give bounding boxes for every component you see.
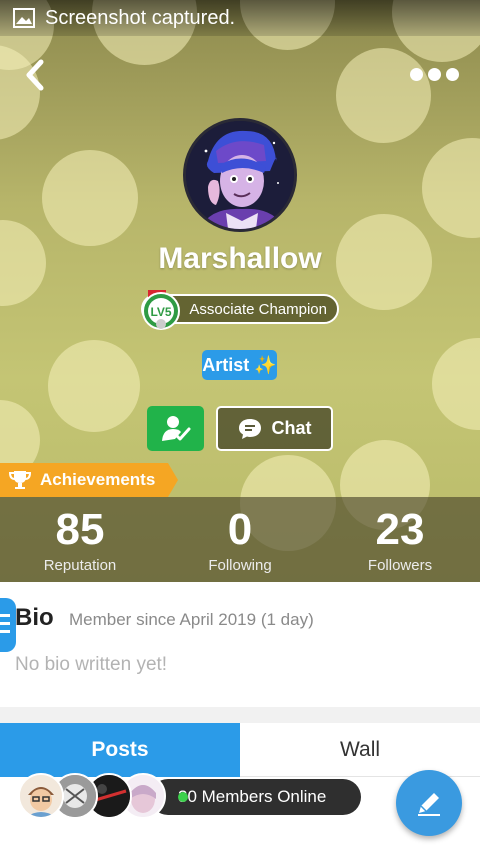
level-text: LV5: [150, 305, 171, 319]
image-icon: [13, 8, 35, 28]
bg-dot: [432, 338, 480, 430]
stat-value: 23: [375, 505, 425, 554]
achievements-label: Achievements: [40, 470, 156, 489]
bg-dot: [48, 340, 140, 432]
stat-reputation[interactable]: 85 Reputation: [0, 497, 160, 582]
member-since: Member since April 2019 (1 day): [69, 610, 314, 629]
bg-dot: [336, 48, 431, 143]
tab-wall-label: Wall: [339, 737, 381, 761]
dot: [410, 67, 423, 81]
more-dots-icon[interactable]: [410, 64, 462, 84]
tab-posts[interactable]: Posts: [0, 723, 240, 777]
dot: [446, 67, 459, 81]
stat-label: Followers: [367, 557, 433, 574]
avatar-illustration: [186, 121, 294, 229]
level-badge-icon: LV5: [142, 290, 180, 330]
dot: [428, 67, 441, 81]
chat-label: Chat: [271, 418, 312, 438]
follow-button[interactable]: [147, 406, 204, 451]
follow-user-icon: [161, 415, 190, 441]
compose-button[interactable]: [396, 770, 462, 836]
artist-tag[interactable]: Artist ✨: [202, 350, 277, 380]
chat-button[interactable]: Chat: [216, 406, 333, 451]
section-divider: [0, 707, 480, 723]
screenshot-notification: Screenshot captured.: [45, 6, 236, 29]
status-bar: Screenshot captured.: [0, 0, 480, 36]
members-online-label: 30 Members Online: [178, 787, 327, 806]
artist-tag-label: Artist ✨: [202, 354, 277, 375]
stat-value: 0: [227, 505, 253, 554]
stat-followers[interactable]: 23 Followers: [320, 497, 480, 582]
menu-line: [0, 622, 10, 625]
stat-value: 85: [55, 505, 105, 554]
stat-following[interactable]: 0 Following: [160, 497, 320, 582]
stat-label: Reputation: [43, 557, 117, 574]
bg-dot: [422, 138, 480, 238]
menu-line: [0, 630, 10, 633]
bg-dot: [42, 150, 138, 246]
pencil-icon: [418, 793, 440, 816]
chat-bubble-icon: [238, 418, 261, 439]
tab-wall[interactable]: Wall: [240, 723, 480, 777]
title-label: Associate Champion: [189, 300, 327, 318]
bio-heading: Bio: [15, 604, 54, 631]
menu-list-icon[interactable]: [0, 598, 16, 652]
avatar[interactable]: [183, 118, 297, 232]
member-avatar-image: [20, 775, 62, 817]
stat-label: Following: [208, 557, 272, 574]
bio-text: No bio written yet!: [15, 654, 168, 675]
stats-bar: 85 Reputation 0 Following 23 Followers: [0, 497, 480, 582]
username: Marshallow: [158, 242, 322, 275]
trophy-icon: [8, 471, 32, 489]
achievements-banner[interactable]: Achievements: [0, 463, 178, 497]
tab-posts-label: Posts: [91, 738, 149, 761]
chevron-left-icon[interactable]: [20, 58, 50, 92]
online-status-dot: [178, 792, 188, 802]
member-avatar[interactable]: [18, 773, 64, 819]
bio-section: [0, 582, 480, 707]
menu-line: [0, 614, 10, 617]
